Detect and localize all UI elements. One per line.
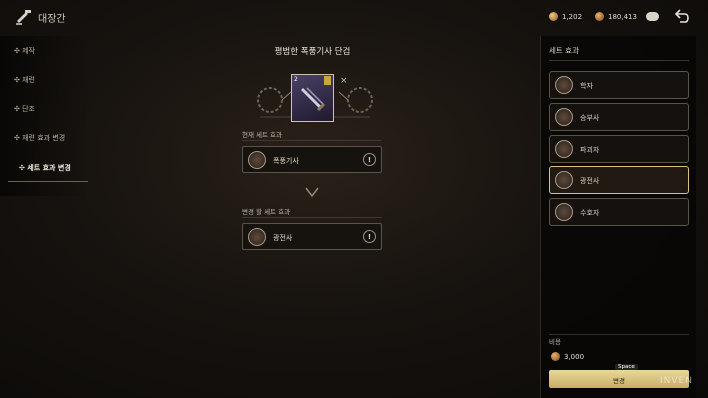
watermark: INVEN bbox=[660, 376, 693, 386]
item-name: 평범한 폭풍기사 단검 bbox=[274, 47, 351, 57]
current-set-value: 폭풍기사 bbox=[273, 157, 299, 165]
cost-amount: 3,000 bbox=[564, 352, 585, 361]
menu-item-set-effect-change[interactable]: ✣ 세트 효과 변경 bbox=[19, 163, 71, 173]
toggle-icon[interactable] bbox=[646, 12, 659, 21]
silver-coin-icon bbox=[595, 12, 604, 21]
guardian-icon bbox=[555, 203, 573, 221]
currency-2: 180,413 bbox=[595, 12, 637, 21]
page-title: 대장간 bbox=[38, 14, 66, 25]
berserker-icon bbox=[248, 228, 266, 246]
dagger-icon bbox=[300, 87, 326, 112]
current-set-slot[interactable]: 폭풍기사 ! bbox=[242, 146, 382, 173]
effect-label: 광전사 bbox=[580, 177, 600, 185]
rarity-tag-icon bbox=[324, 76, 331, 85]
panel-title: 세트 효과 bbox=[549, 46, 579, 55]
current-set-label: 현재 세트 효과 bbox=[242, 131, 283, 139]
menu-item-refine-effect-change[interactable]: ✣ 재련 효과 변경 bbox=[14, 133, 65, 143]
set-effect-destroyer[interactable]: 파괴자 bbox=[549, 135, 689, 163]
keybind-badge: Space bbox=[615, 364, 638, 370]
item-card-area: 2 × bbox=[250, 62, 380, 124]
anvil-hammer-icon bbox=[16, 10, 31, 25]
set-effect-berserker[interactable]: 광전사 bbox=[549, 166, 689, 194]
new-set-value: 광전사 bbox=[273, 234, 293, 242]
gold-coin-icon bbox=[549, 12, 558, 21]
effect-label: 파괴자 bbox=[580, 146, 600, 154]
gambler-icon bbox=[555, 108, 573, 126]
top-bar: 대장간 1,202 180,413 bbox=[0, 0, 708, 34]
set-effect-scholar[interactable]: 학자 bbox=[549, 71, 689, 99]
silver-coin-icon bbox=[551, 352, 560, 361]
info-icon[interactable]: ! bbox=[363, 230, 376, 243]
menu-item-forge[interactable]: ✣ 단조 bbox=[14, 104, 35, 114]
set-effect-guardian[interactable]: 수호자 bbox=[549, 198, 689, 226]
currency-2-value: 180,413 bbox=[608, 12, 637, 21]
item-card[interactable]: 2 bbox=[291, 74, 334, 122]
scholar-icon bbox=[555, 76, 573, 94]
divider bbox=[549, 60, 689, 61]
menu-item-refine[interactable]: ✣ 재련 bbox=[14, 75, 35, 85]
cost-label: 비용 bbox=[549, 338, 561, 346]
effect-label: 학자 bbox=[580, 82, 593, 90]
cost-value: 3,000 bbox=[551, 352, 584, 361]
back-arrow-icon[interactable] bbox=[674, 8, 692, 24]
chevron-down-icon bbox=[305, 187, 319, 198]
new-set-slot[interactable]: 광전사 ! bbox=[242, 223, 382, 250]
item-level: 2 bbox=[294, 76, 298, 83]
destroyer-icon bbox=[555, 140, 573, 158]
divider bbox=[549, 334, 689, 335]
menu-item-craft[interactable]: ✣ 제작 bbox=[14, 46, 35, 56]
currency-1: 1,202 bbox=[549, 12, 582, 21]
effect-label: 승부사 bbox=[580, 114, 600, 122]
divider bbox=[242, 140, 382, 141]
storm-knight-icon bbox=[248, 151, 266, 169]
new-set-label: 변경 할 세트 효과 bbox=[242, 208, 291, 216]
set-effect-panel: 세트 효과 학자 승부사 파괴자 광전사 수호자 비용 3,000 Space … bbox=[540, 36, 696, 398]
set-effect-gambler[interactable]: 승부사 bbox=[549, 103, 689, 131]
close-icon[interactable]: × bbox=[340, 76, 348, 86]
effect-label: 수호자 bbox=[580, 209, 600, 217]
active-menu-underline bbox=[8, 181, 88, 182]
currency-1-value: 1,202 bbox=[562, 12, 583, 21]
info-icon[interactable]: ! bbox=[363, 153, 376, 166]
divider bbox=[242, 217, 382, 218]
berserker-icon bbox=[555, 171, 573, 189]
